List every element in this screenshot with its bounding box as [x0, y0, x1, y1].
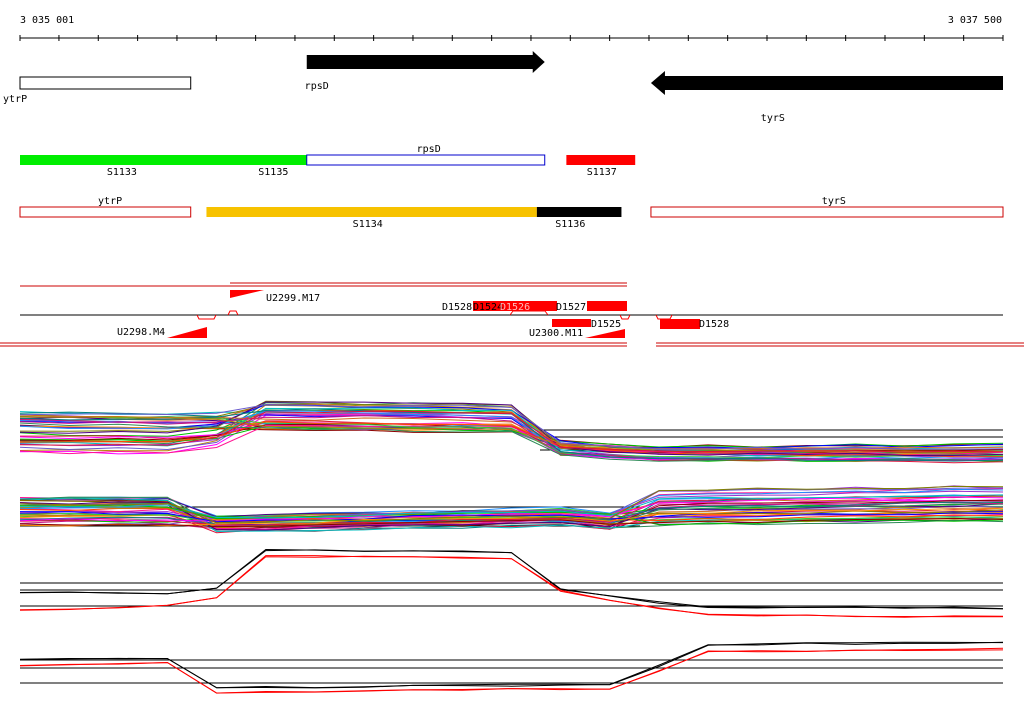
- gene-ytrP: [19, 76, 192, 90]
- expression-panel-1: [19, 400, 1004, 464]
- feature-wedge-u2299: [230, 290, 264, 298]
- expression-panel-2: [19, 485, 1004, 534]
- row2-label-tyrS: tyrS: [822, 196, 846, 207]
- feature-notch-1: [196, 314, 217, 320]
- feature-label-d1528-a: D1528: [442, 302, 472, 313]
- row1-segment-S1137: [566, 155, 636, 165]
- feature-block-d1527: [587, 301, 627, 311]
- feature-notch-5: [655, 314, 673, 320]
- row1-segment-S1133: [20, 155, 307, 165]
- row2-label-S1136: S1136: [555, 219, 585, 230]
- row2-segment-S1136: [536, 207, 622, 217]
- segment-track: S1133 S1135 rpsD S1137 ytrP S1134 S1136 tyrS: [19, 144, 1004, 230]
- gene-annotation-track: ytrP rpsD tyrS: [3, 51, 1003, 124]
- row2-segment-tyrS: [650, 206, 1004, 218]
- feature-notch-2: [227, 310, 239, 316]
- expression-panel-4: [19, 641, 1004, 694]
- ruler-end-label: 3 037 500: [948, 15, 1002, 26]
- panel-4-series: [19, 641, 1004, 689]
- feature-label-u2300: U2300.M11: [529, 328, 583, 339]
- genome-browser-view: 3 035 001 3 037 500 ytrP rpsD tyrS S1133 S1…: [0, 0, 1024, 714]
- row1-label-S1137: S1137: [587, 167, 617, 178]
- genome-track-canvas: 3 035 001 3 037 500 ytrPrpsDtyrS S1133 S1…: [0, 15, 1024, 694]
- feature-label-d1527: D1527: [556, 302, 586, 313]
- row1-label-rpsD: rpsD: [417, 144, 441, 155]
- feature-wedge-u2300: [585, 329, 625, 338]
- row2-segment-ytrP: [19, 206, 192, 218]
- gene-tyrS: [650, 71, 1003, 95]
- row1-segment-S1135: [275, 155, 307, 165]
- row1-label-S1133: S1133: [107, 167, 137, 178]
- feature-label-u2298: U2298.M4: [117, 327, 165, 338]
- gene-rpsD: [306, 51, 545, 73]
- expression-panel-3: [19, 548, 1004, 618]
- gene-label-tyrS: tyrS: [761, 113, 785, 124]
- row1-segment-rpsD: [306, 154, 546, 166]
- row2-label-ytrP: ytrP: [98, 196, 122, 207]
- ruler-start-label: 3 035 001: [20, 15, 74, 26]
- panel-4-series: [19, 641, 1004, 689]
- feature-track: U2299.M17 D1528 D1524 D1526 D1527 U2298.…: [0, 282, 1024, 347]
- feature-label-d1526: D1526: [500, 302, 530, 313]
- feature-label-d1528-b: D1528: [699, 319, 729, 330]
- feature-block-d1525: [552, 319, 591, 327]
- row1-label-S1135: S1135: [258, 167, 288, 178]
- row2-label-S1134: S1134: [353, 219, 383, 230]
- feature-label-u2299: U2299.M17: [266, 293, 320, 304]
- feature-notch-4: [619, 314, 631, 320]
- feature-wedge-u2298: [167, 327, 207, 338]
- panel-3-series: [19, 555, 1004, 618]
- row2-segment-S1134: [206, 207, 537, 217]
- gene-label-ytrP: ytrP: [3, 94, 27, 105]
- feature-block-d1528: [660, 319, 700, 329]
- gene-label-rpsD: rpsD: [305, 81, 329, 92]
- feature-label-d1525: D1525: [591, 319, 621, 330]
- feature-label-d1524: D1524: [473, 302, 503, 313]
